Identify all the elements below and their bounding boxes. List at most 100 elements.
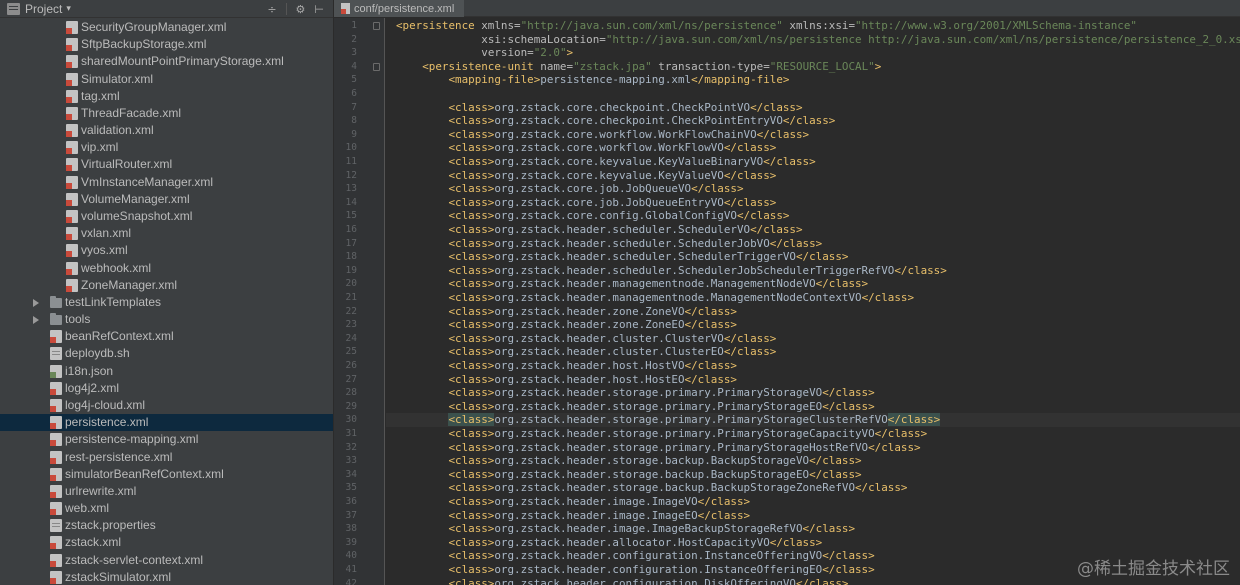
tree-file[interactable]: urlrewrite.xml: [0, 483, 333, 500]
tree-file[interactable]: webhook.xml: [0, 260, 333, 277]
gutter-row[interactable]: 39: [334, 536, 385, 550]
gutter-row[interactable]: 5: [334, 73, 385, 87]
scroll-from-source-icon[interactable]: ÷: [267, 3, 276, 16]
code-line[interactable]: <class>org.zstack.header.storage.backup.…: [386, 454, 1240, 468]
expand-arrow-icon[interactable]: [33, 298, 39, 307]
code-line[interactable]: <class>org.zstack.header.image.ImageBack…: [386, 522, 1240, 536]
chevron-down-icon[interactable]: ▾: [66, 4, 71, 14]
code-line[interactable]: <class>org.zstack.header.allocator.HostC…: [386, 536, 1240, 550]
code-area[interactable]: <persistence xmlns="http://java.sun.com/…: [386, 18, 1240, 585]
gutter-row[interactable]: 34: [334, 468, 385, 482]
tree-file[interactable]: deploydb.sh: [0, 345, 333, 362]
code-line[interactable]: <class>org.zstack.header.storage.primary…: [386, 400, 1240, 414]
gutter-row[interactable]: 16: [334, 223, 385, 237]
tree-file[interactable]: volumeSnapshot.xml: [0, 208, 333, 225]
gutter-row[interactable]: 9: [334, 128, 385, 142]
code-line[interactable]: <class>org.zstack.header.host.HostVO</cl…: [386, 359, 1240, 373]
code-line[interactable]: <class>org.zstack.header.scheduler.Sched…: [386, 264, 1240, 278]
gutter-row[interactable]: 4: [334, 60, 385, 74]
gutter-row[interactable]: 35: [334, 481, 385, 495]
code-line[interactable]: [386, 87, 1240, 101]
tree-file[interactable]: validation.xml: [0, 122, 333, 139]
gutter-row[interactable]: 17: [334, 237, 385, 251]
code-line[interactable]: <class>org.zstack.header.scheduler.Sched…: [386, 223, 1240, 237]
code-line[interactable]: <class>org.zstack.core.job.JobQueueVO</c…: [386, 182, 1240, 196]
code-line[interactable]: <class>org.zstack.header.host.HostEO</cl…: [386, 373, 1240, 387]
gutter-row[interactable]: 41: [334, 563, 385, 577]
code-line[interactable]: version="2.0">: [386, 46, 1240, 60]
tree-file[interactable]: tag.xml: [0, 88, 333, 105]
gutter-row[interactable]: 8: [334, 114, 385, 128]
code-line[interactable]: <class>org.zstack.header.storage.backup.…: [386, 481, 1240, 495]
code-line[interactable]: <class>org.zstack.header.cluster.Cluster…: [386, 345, 1240, 359]
tree-file[interactable]: simulatorBeanRefContext.xml: [0, 466, 333, 483]
gutter-row[interactable]: 33: [334, 454, 385, 468]
gutter-row[interactable]: 28: [334, 386, 385, 400]
code-line[interactable]: <class>org.zstack.core.workflow.WorkFlow…: [386, 128, 1240, 142]
code-line[interactable]: <class>org.zstack.core.job.JobQueueEntry…: [386, 196, 1240, 210]
gutter-row[interactable]: 25: [334, 345, 385, 359]
tree-file[interactable]: SecurityGroupManager.xml: [0, 19, 333, 36]
tree-folder[interactable]: testLinkTemplates: [0, 294, 333, 311]
gutter-row[interactable]: 23: [334, 318, 385, 332]
gutter-row[interactable]: 20: [334, 277, 385, 291]
code-line[interactable]: <class>org.zstack.header.storage.primary…: [386, 413, 1240, 427]
tree-file[interactable]: i18n.json: [0, 363, 333, 380]
tree-file[interactable]: VmInstanceManager.xml: [0, 174, 333, 191]
gutter-row[interactable]: 37: [334, 509, 385, 523]
gutter-row[interactable]: 26: [334, 359, 385, 373]
tab-persistence-xml[interactable]: conf/persistence.xml: [334, 0, 465, 17]
settings-gear-icon[interactable]: ⚙: [296, 3, 306, 16]
code-line[interactable]: <class>org.zstack.header.scheduler.Sched…: [386, 250, 1240, 264]
code-line[interactable]: <class>org.zstack.core.keyvalue.KeyValue…: [386, 155, 1240, 169]
code-line[interactable]: <class>org.zstack.core.config.GlobalConf…: [386, 209, 1240, 223]
code-line[interactable]: <class>org.zstack.header.storage.primary…: [386, 386, 1240, 400]
project-panel-title[interactable]: Project: [25, 2, 62, 16]
gutter-row[interactable]: 31: [334, 427, 385, 441]
tree-file[interactable]: Simulator.xml: [0, 71, 333, 88]
gutter-row[interactable]: 36: [334, 495, 385, 509]
tree-file[interactable]: beanRefContext.xml: [0, 328, 333, 345]
tree-file[interactable]: VirtualRouter.xml: [0, 156, 333, 173]
code-line[interactable]: <class>org.zstack.header.image.ImageVO</…: [386, 495, 1240, 509]
gutter-row[interactable]: 11: [334, 155, 385, 169]
code-line[interactable]: <class>org.zstack.header.zone.ZoneVO</cl…: [386, 305, 1240, 319]
tree-file[interactable]: rest-persistence.xml: [0, 449, 333, 466]
gutter-row[interactable]: 18: [334, 250, 385, 264]
tree-file[interactable]: persistence.xml: [0, 414, 333, 432]
gutter-row[interactable]: 24: [334, 332, 385, 346]
tree-file[interactable]: ZoneManager.xml: [0, 277, 333, 294]
tree-file[interactable]: web.xml: [0, 500, 333, 517]
tree-file[interactable]: vxlan.xml: [0, 225, 333, 242]
code-line[interactable]: xsi:schemaLocation="http://java.sun.com/…: [386, 33, 1240, 47]
code-line[interactable]: <persistence xmlns="http://java.sun.com/…: [386, 19, 1240, 33]
gutter-row[interactable]: 42: [334, 577, 385, 585]
fold-marker-icon[interactable]: [373, 22, 380, 30]
gutter-row[interactable]: 6: [334, 87, 385, 101]
gutter-row[interactable]: 40: [334, 549, 385, 563]
code-line[interactable]: <persistence-unit name="zstack.jpa" tran…: [386, 60, 1240, 74]
code-line[interactable]: <class>org.zstack.header.storage.primary…: [386, 441, 1240, 455]
gutter-row[interactable]: 38: [334, 522, 385, 536]
gutter-row[interactable]: 1: [334, 19, 385, 33]
code-line[interactable]: <class>org.zstack.header.storage.primary…: [386, 427, 1240, 441]
code-line[interactable]: <class>org.zstack.core.checkpoint.CheckP…: [386, 114, 1240, 128]
gutter-row[interactable]: 13: [334, 182, 385, 196]
tree-file[interactable]: ThreadFacade.xml: [0, 105, 333, 122]
code-line[interactable]: <class>org.zstack.header.managementnode.…: [386, 277, 1240, 291]
code-line[interactable]: <mapping-file>persistence-mapping.xml</m…: [386, 73, 1240, 87]
hide-panel-icon[interactable]: ⊢: [314, 3, 324, 16]
tree-file[interactable]: log4j-cloud.xml: [0, 397, 333, 414]
expand-arrow-icon[interactable]: [33, 316, 39, 325]
code-line[interactable]: <class>org.zstack.core.keyvalue.KeyValue…: [386, 169, 1240, 183]
tree-file[interactable]: persistence-mapping.xml: [0, 431, 333, 448]
gutter-row[interactable]: 21: [334, 291, 385, 305]
code-line[interactable]: <class>org.zstack.header.managementnode.…: [386, 291, 1240, 305]
fold-marker-icon[interactable]: [373, 62, 380, 71]
gutter-row[interactable]: 32: [334, 441, 385, 455]
code-line[interactable]: <class>org.zstack.core.checkpoint.CheckP…: [386, 101, 1240, 115]
gutter-row[interactable]: 14: [334, 196, 385, 210]
gutter-row[interactable]: 27: [334, 373, 385, 387]
line-number-gutter[interactable]: 1 2 3 4 5 6 7 8 9 10 11 12 13 14 15 16 17 18 19 20 21 22 23 24 2…: [334, 18, 385, 585]
gutter-row[interactable]: 7: [334, 101, 385, 115]
